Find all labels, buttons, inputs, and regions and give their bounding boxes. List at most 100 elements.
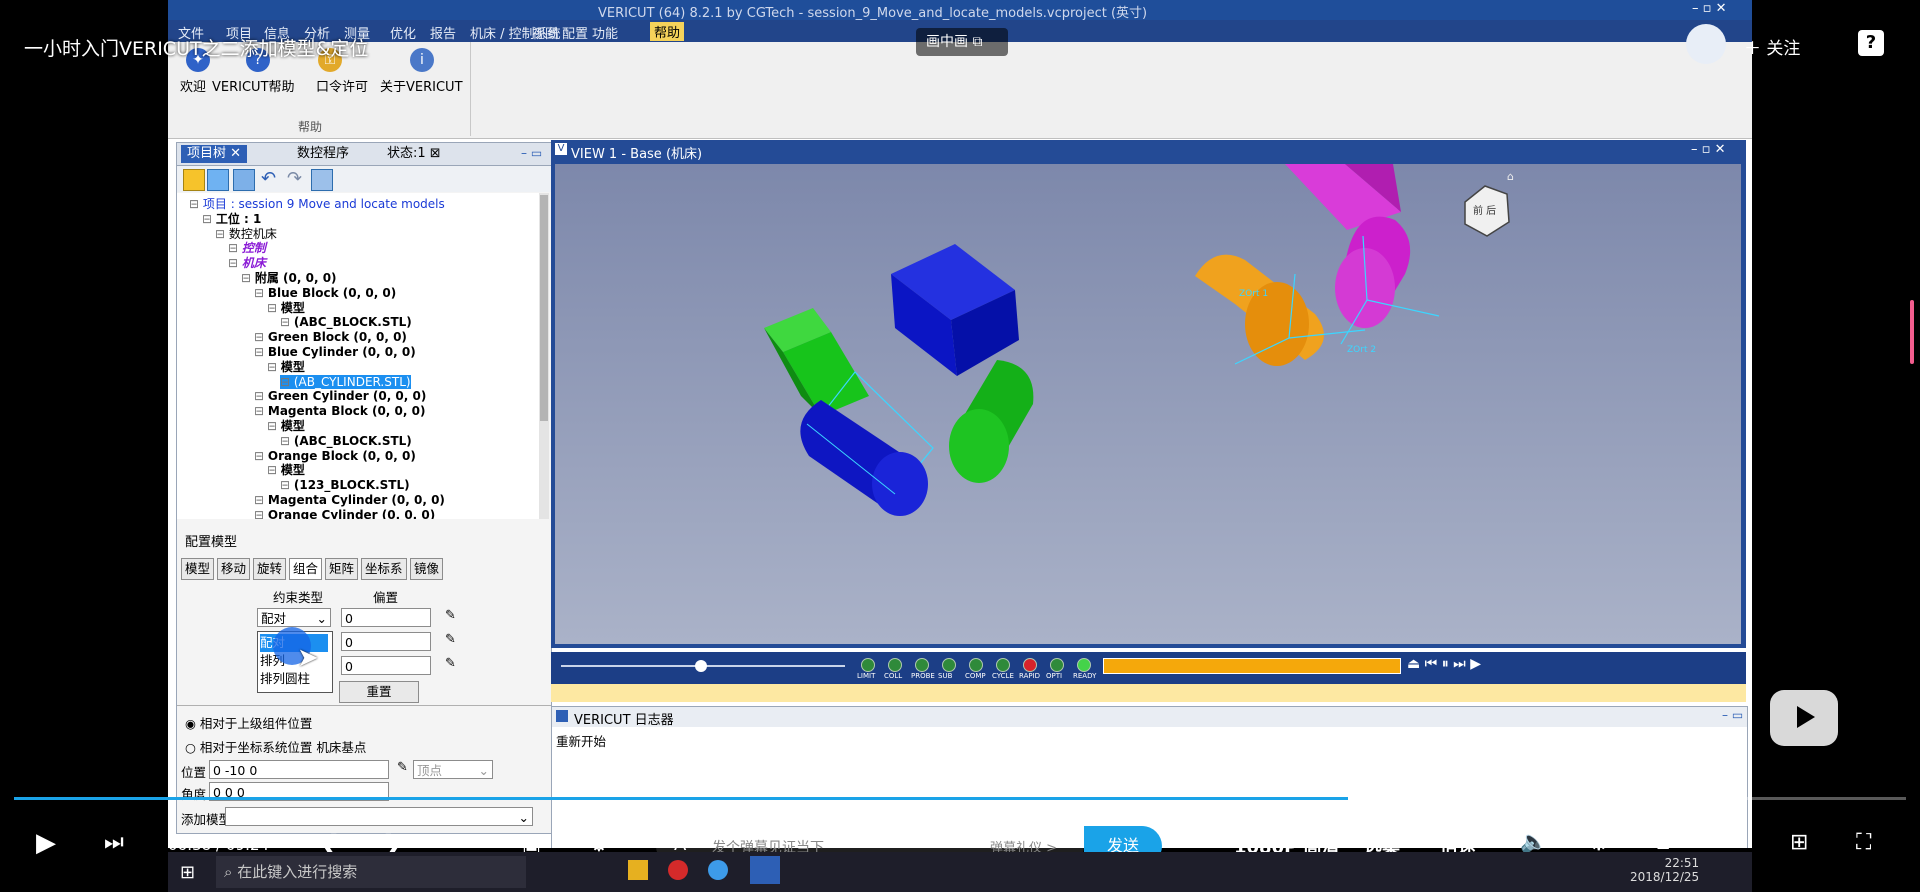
expand-icon[interactable]: ⊟ [280,434,294,448]
config-tab-6[interactable]: 镜像 [410,558,444,580]
next-icon[interactable]: ⏭ [104,830,124,855]
expand-icon[interactable]: ⊟ [254,330,268,344]
position-input[interactable]: 0 -10 0 [209,760,389,779]
tree-item[interactable]: ⊟ 数控机床 [215,227,277,241]
app-icon[interactable] [668,860,688,880]
expand-icon[interactable]: ⊟ [254,449,268,463]
tree-item[interactable]: ⊟ 模型 [267,301,305,315]
pick-icon[interactable]: ✎ [397,760,408,775]
tree-item[interactable]: ⊟ Green Cylinder (0, 0, 0) [254,389,426,403]
taskbar-search[interactable]: ⌕ 在此键入进行搜索 [216,856,526,888]
config-tab-4[interactable]: 矩阵 [325,558,359,580]
tree-item[interactable]: ⊟ Orange Block (0, 0, 0) [254,449,416,463]
expand-icon[interactable]: ⊟ [280,478,294,492]
expand-icon[interactable]: ⊟ [215,227,229,241]
play-icon[interactable]: ▶ [36,828,56,858]
expand-icon[interactable]: ⊟ [189,197,203,211]
expand-icon[interactable]: ⊟ [267,301,281,315]
expand-icon[interactable]: ⊟ [241,271,255,285]
file-explorer-icon[interactable] [628,860,648,880]
tree-item[interactable]: ⊟ Magenta Cylinder (0, 0, 0) [254,493,445,507]
follow-button[interactable]: ＋ 关注 [1744,34,1800,59]
tree-item[interactable]: ⊟ 工位 : 1 [202,212,261,226]
vertex-select[interactable]: 顶点 ⌄ [413,760,493,779]
tree-item[interactable]: ⊟ Magenta Block (0, 0, 0) [254,404,425,418]
view-window-controls-icon[interactable]: – ▫ ✕ [1691,142,1725,157]
menu-9[interactable]: 配置 [562,23,588,42]
fullscreen-icon[interactable]: ⛶ [1856,830,1871,855]
offset-input-1[interactable]: 0 [341,608,431,627]
expand-icon[interactable]: ⊟ [280,375,294,389]
uploader-avatar[interactable] [1686,24,1726,64]
panel-window-icon[interactable]: – ▭ [521,146,542,160]
config-tab-1[interactable]: 移动 [217,558,251,580]
radio-relative-csys[interactable]: ○ 相对于坐标系统位置 机床基点 [185,737,366,756]
3d-viewport[interactable]: ZOrt 1 ZOrt 2 前 后 ⌂ [555,164,1741,644]
export-icon[interactable] [311,169,333,191]
tree-item[interactable]: ⊟ Blue Cylinder (0, 0, 0) [254,345,416,359]
tab-status[interactable]: 状态:1 ⊠ [381,145,447,163]
pick-icon[interactable]: ✎ [445,608,456,623]
speed-slider-handle[interactable] [695,660,707,672]
playback-controls-icon[interactable]: ⏏ ⏮ ⏸ ⏭ ▶ [1407,656,1481,672]
license-button[interactable]: 口令许可 [316,76,368,95]
tree-item[interactable]: ⊟ Blue Block (0, 0, 0) [254,286,396,300]
tree-item[interactable]: ⊟ 模型 [267,419,305,433]
window-controls-icon[interactable]: – ▫ ✕ [1692,1,1726,16]
vericut-help-button[interactable]: VERICUT帮助 [212,76,295,95]
web-fullscreen-icon[interactable]: ⊞ [1790,830,1808,855]
tree-scrollbar[interactable] [539,193,549,519]
menu-10[interactable]: 功能 [592,23,618,42]
edit-icon[interactable] [183,169,205,191]
reset-button[interactable]: 重置 [339,681,419,703]
expand-icon[interactable]: ⊟ [280,315,294,329]
pick-icon[interactable]: ✎ [445,632,456,647]
scrollbar-thumb[interactable] [540,195,548,421]
radio-relative-parent[interactable]: ◉ 相对于上级组件位置 [185,713,312,732]
browser-icon[interactable] [708,860,728,880]
config-tab-3[interactable]: 组合 [289,558,323,580]
home-icon[interactable]: ⌂ [1507,170,1514,183]
tree-item[interactable]: ⊟ Green Block (0, 0, 0) [254,330,407,344]
expand-icon[interactable]: ⊟ [254,345,268,359]
menu-8[interactable]: 视图 [532,23,558,42]
constraint-type-select[interactable]: 配对 ⌄ [257,608,331,627]
menu-6[interactable]: 报告 [430,23,456,42]
undo-icon[interactable]: ↶ [261,168,276,189]
tree-item[interactable]: ⊟ 模型 [267,360,305,374]
tree-item[interactable]: ⊟ 控制 [228,241,266,255]
welcome-button[interactable]: 欢迎 [180,76,206,95]
about-vericut-button[interactable]: 关于VERICUT [380,76,463,95]
expand-icon[interactable]: ⊟ [267,419,281,433]
pip-button[interactable]: 画中画 ⧉ [916,28,1008,56]
tree-item[interactable]: ⊟ 模型 [267,463,305,477]
expand-icon[interactable]: ⊟ [254,493,268,507]
expand-icon[interactable]: ⊟ [254,286,268,300]
help-button[interactable]: ? [1858,30,1884,56]
pick-icon[interactable]: ✎ [445,656,456,671]
menu-11[interactable]: 帮助 [650,22,685,41]
tree-item[interactable]: ⊟ (ABC_BLOCK.STL) [280,315,412,329]
config-tab-5[interactable]: 坐标系 [361,558,407,580]
tree-item[interactable]: ⊟ 项目 : session 9 Move and locate models [189,197,445,211]
menu-5[interactable]: 优化 [390,23,416,42]
expand-icon[interactable]: ⊟ [228,241,242,255]
log-window-controls-icon[interactable]: – ▭ [1722,708,1743,722]
tab-project-tree[interactable]: 项目树 ✕ [181,145,248,163]
tree-item[interactable]: ⊟ Orange Cylinder (0, 0, 0) [254,508,435,519]
video-progress-bar[interactable] [14,797,1906,800]
tree-item[interactable]: ⊟ 机床 [228,256,266,270]
expand-icon[interactable]: ⊟ [254,389,268,403]
windows-start-icon[interactable]: ⊞ [180,862,195,883]
expand-icon[interactable]: ⊟ [267,463,281,477]
clipboard-icon[interactable] [207,169,229,191]
expand-icon[interactable]: ⊟ [254,508,268,519]
config-tab-2[interactable]: 旋转 [253,558,287,580]
bilibili-tv-icon[interactable] [1770,690,1838,746]
tab-nc-program[interactable]: 数控程序 [291,145,355,163]
expand-icon[interactable]: ⊟ [267,360,281,374]
redo-icon[interactable]: ↷ [287,168,302,189]
tree-item[interactable]: ⊟ (123_BLOCK.STL) [280,478,410,492]
tree-item[interactable]: ⊟ 附属 (0, 0, 0) [241,271,337,285]
expand-icon[interactable]: ⊟ [228,256,242,270]
